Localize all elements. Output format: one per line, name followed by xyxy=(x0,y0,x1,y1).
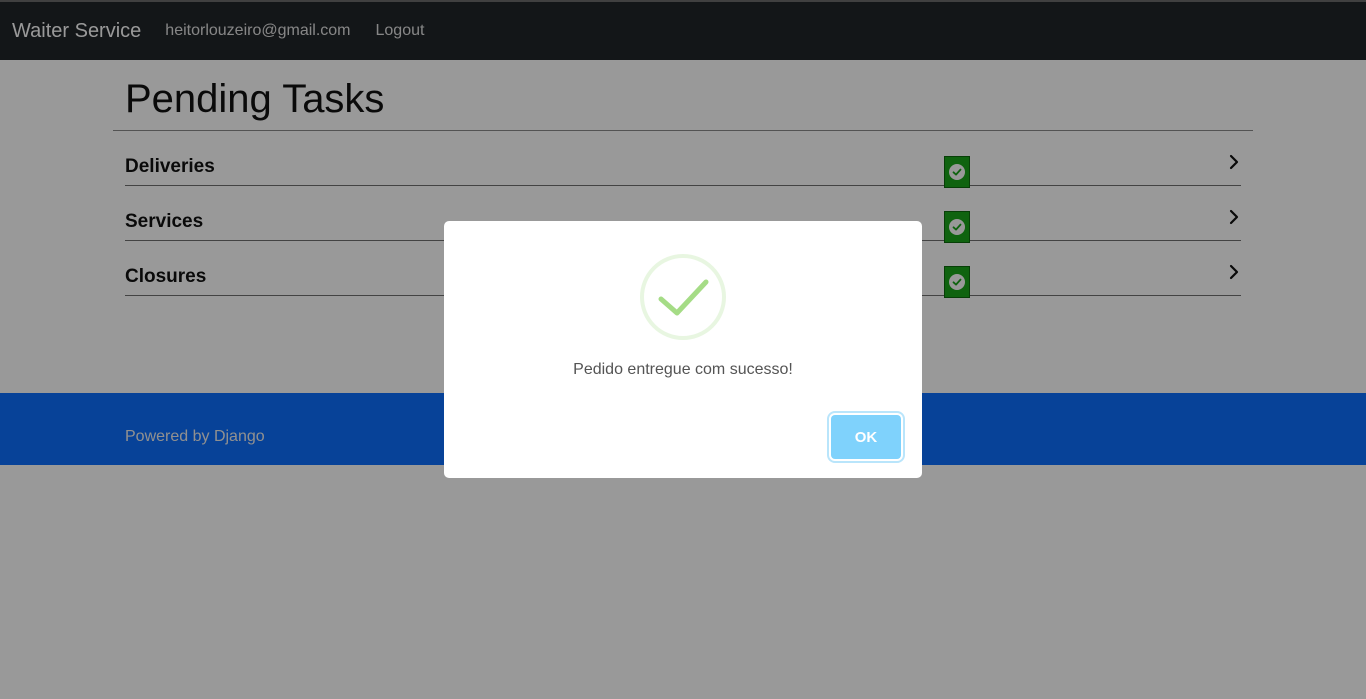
success-dialog: Pedido entregue com sucesso! OK xyxy=(444,221,922,478)
ok-button[interactable]: OK xyxy=(831,415,901,459)
success-check-icon xyxy=(640,254,726,340)
dialog-message: Pedido entregue com sucesso! xyxy=(573,361,793,378)
